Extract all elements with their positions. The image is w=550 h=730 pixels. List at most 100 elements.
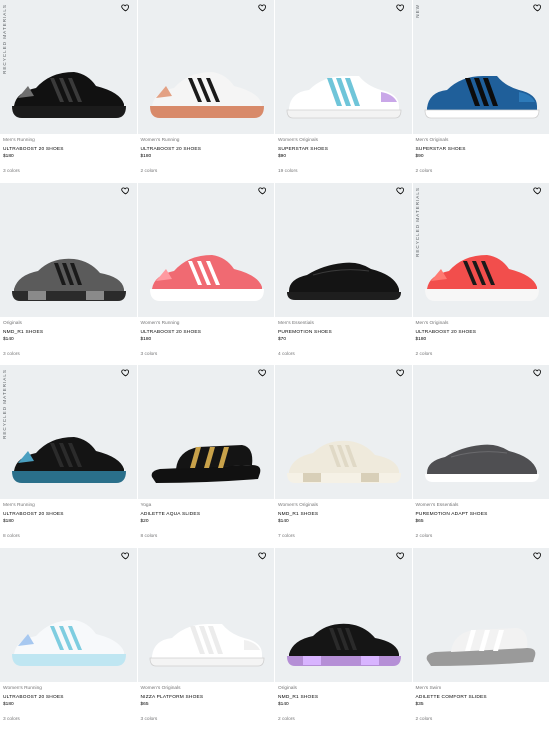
product-info: Yoga ADILETTE AQUA SLIDES $20 <box>138 499 275 547</box>
product-price: $140 <box>278 519 289 524</box>
product-image[interactable] <box>275 0 412 134</box>
product-colors[interactable]: 3 colors <box>141 352 158 357</box>
product-name[interactable]: ULTRABOOST 20 SHOES <box>3 694 133 702</box>
heart-icon[interactable] <box>533 551 542 560</box>
product-name[interactable]: SUPERSTAR SHOES <box>278 146 408 154</box>
product-info: Women's Running ULTRABOOST 20 SHOES $180 <box>138 317 275 365</box>
product-card-10[interactable]: Yoga ADILETTE AQUA SLIDES $20 8 colors <box>137 365 275 548</box>
product-category: Women's Running <box>140 138 180 143</box>
product-card-11[interactable]: Women's Originals NMD_R1 SHOES $140 7 co… <box>275 365 413 548</box>
product-card-1[interactable]: RECYCLED MATERIALS Men's Running ULTRABO… <box>0 0 138 183</box>
product-info: Women's Originals SUPERSTAR SHOES $90 <box>275 134 412 182</box>
product-colors[interactable]: 8 colors <box>3 534 20 539</box>
product-name[interactable]: PUREMOTION SHOES <box>278 329 408 337</box>
product-image[interactable] <box>275 182 412 317</box>
product-image[interactable]: RECYCLED MATERIALS <box>0 365 137 499</box>
product-name[interactable]: PUREMOTION ADAPT SHOES <box>416 511 546 519</box>
heart-icon[interactable] <box>395 551 405 560</box>
product-name[interactable]: NMD_R1 SHOES <box>278 694 408 702</box>
product-colors[interactable]: 19 colors <box>278 169 297 174</box>
product-image[interactable]: RECYCLED MATERIALS <box>0 0 137 134</box>
product-card-4[interactable]: NEW Men's Originals SUPERSTAR SHOES $90 … <box>412 0 550 183</box>
product-price: $90 <box>415 154 424 159</box>
product-colors[interactable]: 2 colors <box>416 169 433 174</box>
product-image[interactable] <box>412 547 549 682</box>
shoe-image <box>12 437 126 483</box>
product-card-14[interactable]: Women's Originals NIZZA PLATFORM SHOES $… <box>137 547 275 730</box>
product-image[interactable] <box>275 365 412 499</box>
product-name[interactable]: NIZZA PLATFORM SHOES <box>141 694 271 702</box>
product-colors[interactable]: 2 colors <box>278 717 295 722</box>
product-name[interactable]: ULTRABOOST 20 SHOES <box>3 146 133 154</box>
product-category: Men's Essentials <box>278 320 314 326</box>
product-card-3[interactable]: Women's Originals SUPERSTAR SHOES $90 19… <box>275 0 413 183</box>
product-name[interactable]: ULTRABOOST 20 SHOES <box>141 146 271 154</box>
product-card-6[interactable]: Women's Running ULTRABOOST 20 SHOES $180… <box>137 182 275 365</box>
product-card-5[interactable]: Originals NMD_R1 SHOES $140 3 colors <box>0 182 138 365</box>
product-card-16[interactable]: Men's Swim ADILETTE COMFORT SLIDES $35 2… <box>412 547 550 730</box>
product-image[interactable]: NEW <box>412 0 549 134</box>
product-image[interactable] <box>275 547 412 682</box>
product-name[interactable]: NMD_R1 SHOES <box>3 329 133 337</box>
product-name[interactable]: SUPERSTAR SHOES <box>416 146 546 154</box>
product-colors[interactable]: 3 colors <box>3 352 20 357</box>
product-colors[interactable]: 3 colors <box>3 717 20 722</box>
product-info: Men's Running ULTRABOOST 20 SHOES $180 <box>0 499 137 547</box>
product-colors[interactable]: 4 colors <box>278 352 295 357</box>
heart-icon[interactable] <box>258 3 267 12</box>
product-name[interactable]: NMD_R1 SHOES <box>278 511 408 519</box>
product-image[interactable] <box>0 547 137 682</box>
product-info: Women's Originals NMD_R1 SHOES $140 <box>275 499 412 547</box>
heart-icon[interactable] <box>120 3 130 12</box>
product-name[interactable]: ADILETTE COMFORT SLIDES <box>416 694 546 702</box>
product-price: $180 <box>140 336 152 342</box>
product-card-2[interactable]: Women's Running ULTRABOOST 20 SHOES $180… <box>137 0 275 183</box>
product-colors[interactable]: 7 colors <box>278 534 295 539</box>
heart-icon[interactable] <box>395 3 405 12</box>
product-card-12[interactable]: Women's Essentials PUREMOTION ADAPT SHOE… <box>412 365 550 548</box>
heart-icon[interactable] <box>533 368 542 377</box>
product-image[interactable] <box>137 0 274 134</box>
product-image[interactable]: RECYCLED MATERIALS <box>412 182 549 317</box>
heart-icon[interactable] <box>533 3 542 12</box>
product-name[interactable]: ULTRABOOST 20 SHOES <box>416 329 546 337</box>
product-name[interactable]: ADILETTE AQUA SLIDES <box>141 511 271 519</box>
product-card-9[interactable]: RECYCLED MATERIALS Men's Running ULTRABO… <box>0 365 138 548</box>
product-image[interactable] <box>137 547 274 682</box>
product-card-7[interactable]: Men's Essentials PUREMOTION SHOES $70 4 … <box>275 182 413 365</box>
heart-icon[interactable] <box>258 368 267 377</box>
product-card-13[interactable]: Women's Running ULTRABOOST 20 SHOES $180… <box>0 547 138 730</box>
product-image[interactable] <box>137 365 274 499</box>
heart-icon[interactable] <box>258 186 267 195</box>
heart-icon[interactable] <box>258 551 267 560</box>
product-colors[interactable]: 3 colors <box>3 169 20 174</box>
product-colors[interactable]: 8 colors <box>141 534 158 539</box>
product-card-8[interactable]: RECYCLED MATERIALS Men's Originals ULTRA… <box>412 182 550 365</box>
product-card-15[interactable]: Originals NMD_R1 SHOES $140 2 colors <box>275 547 413 730</box>
product-price: $180 <box>140 154 152 159</box>
product-colors[interactable]: 3 colors <box>141 717 158 722</box>
product-colors[interactable]: 2 colors <box>416 352 433 357</box>
product-colors[interactable]: 2 colors <box>141 169 158 174</box>
shoe-image <box>287 262 401 300</box>
heart-icon[interactable] <box>120 186 130 195</box>
product-category: Women's Originals <box>278 503 319 508</box>
product-colors[interactable]: 2 colors <box>416 534 433 539</box>
product-badge: NEW <box>414 4 420 18</box>
shoe-image <box>12 72 126 118</box>
heart-icon[interactable] <box>533 186 542 195</box>
heart-icon[interactable] <box>395 186 405 195</box>
heart-icon[interactable] <box>120 551 130 560</box>
product-name[interactable]: ULTRABOOST 20 SHOES <box>141 329 271 337</box>
product-image[interactable] <box>0 182 137 317</box>
product-category: Women's Originals <box>278 138 319 143</box>
product-info: Originals NMD_R1 SHOES $140 <box>275 682 412 730</box>
product-image[interactable] <box>412 365 549 499</box>
heart-icon[interactable] <box>120 368 130 377</box>
product-name[interactable]: ULTRABOOST 20 SHOES <box>3 511 133 519</box>
product-image[interactable] <box>137 182 274 317</box>
heart-icon[interactable] <box>395 368 405 377</box>
product-info: Women's Running ULTRABOOST 20 SHOES $180 <box>0 682 137 730</box>
product-colors[interactable]: 2 colors <box>416 717 433 722</box>
product-info: Men's Essentials PUREMOTION SHOES $70 <box>275 317 412 365</box>
